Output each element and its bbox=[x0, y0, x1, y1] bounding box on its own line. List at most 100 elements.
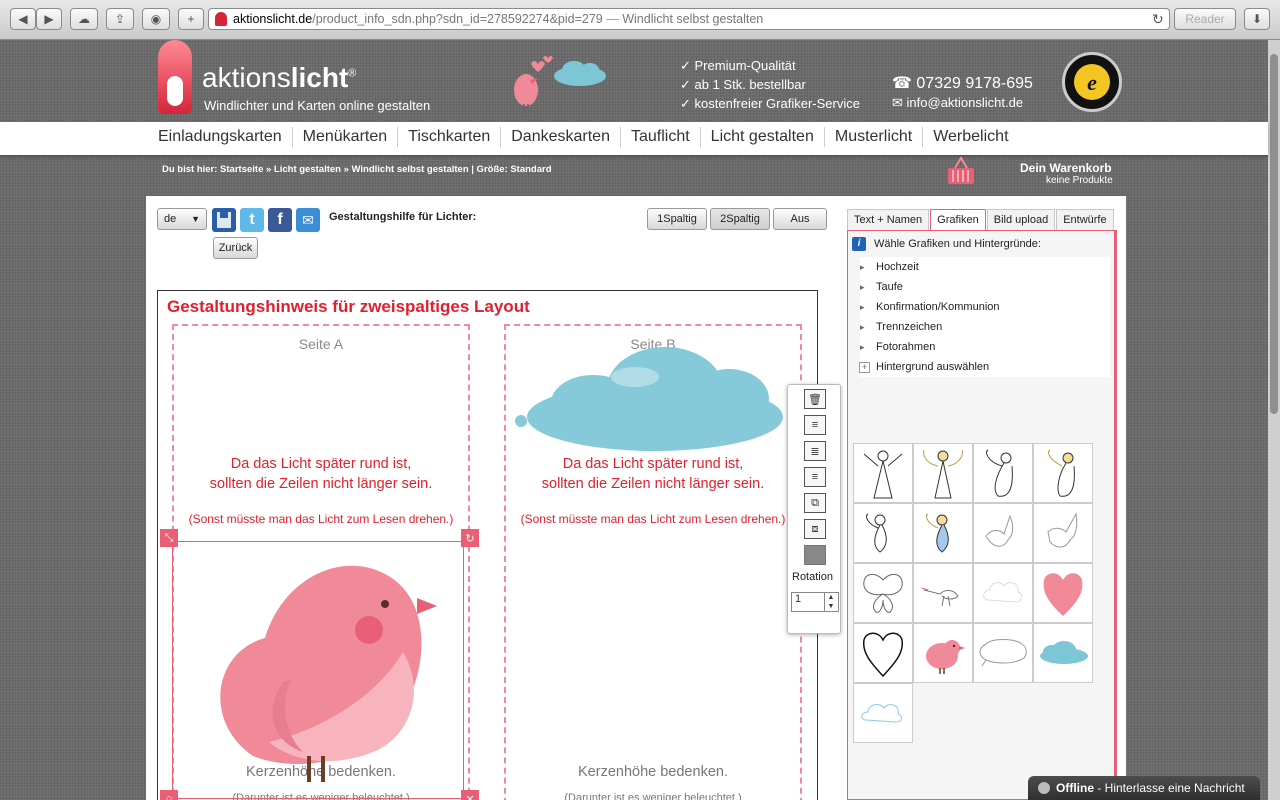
address-bar[interactable]: aktionslicht.de/product_info_sdn.php?sdn… bbox=[208, 8, 1170, 30]
cloud-icon[interactable]: ☁ bbox=[70, 8, 98, 30]
forward-arrow-icon[interactable]: ▶ bbox=[36, 8, 62, 30]
scrollbar-thumb[interactable] bbox=[1270, 54, 1278, 414]
bird-graphic[interactable] bbox=[173, 542, 465, 800]
graphic-heart-pink-icon[interactable] bbox=[1033, 563, 1093, 623]
nav-item-musterlicht[interactable]: Musterlicht bbox=[823, 127, 922, 147]
delete-trash-icon[interactable]: 🗑 bbox=[804, 389, 826, 409]
send-backward-icon[interactable]: ⧈ bbox=[804, 519, 826, 539]
color-swatch-icon[interactable] bbox=[804, 545, 826, 565]
back-arrow-icon[interactable]: ◀ bbox=[10, 8, 36, 30]
save-disk-icon[interactable] bbox=[212, 208, 236, 232]
shield-icon[interactable]: ◉ bbox=[142, 8, 170, 30]
graphic-bird-pink-icon[interactable] bbox=[913, 623, 973, 683]
tab-drafts[interactable]: Entwürfe bbox=[1056, 209, 1114, 230]
graphic-dove-1-icon[interactable] bbox=[973, 503, 1033, 563]
logo[interactable]: aktionslicht® bbox=[202, 62, 356, 94]
usp-min-order: ✓ ab 1 Stk. bestellbar bbox=[680, 77, 806, 92]
graphic-dove-2-icon[interactable] bbox=[1033, 503, 1093, 563]
graphic-butterfly-icon[interactable] bbox=[853, 563, 913, 623]
stepper-arrows-icon[interactable]: ▲ ▼ bbox=[824, 593, 837, 611]
shopping-basket-icon[interactable] bbox=[946, 156, 976, 188]
new-tab-button[interactable]: + bbox=[178, 8, 204, 30]
design-canvas[interactable]: Gestaltungshinweis für zweispaltiges Lay… bbox=[157, 290, 818, 800]
category-hochzeit[interactable]: Hochzeit bbox=[860, 257, 1110, 277]
round-hint-line2: sollten die Zeilen nicht länger sein. bbox=[209, 476, 433, 492]
site-favicon bbox=[215, 12, 227, 26]
reader-button[interactable]: Reader bbox=[1174, 8, 1236, 30]
nav-item-einladungskarten[interactable]: Einladungskarten bbox=[148, 127, 292, 147]
nav-item-licht-gestalten[interactable]: Licht gestalten bbox=[699, 127, 824, 147]
graphic-cloud-blue-icon[interactable] bbox=[1033, 623, 1093, 683]
align-right-icon[interactable]: ≡ bbox=[804, 467, 826, 487]
round-hint-note-b: (Sonst müsste man das Licht zum Lesen dr… bbox=[520, 512, 786, 526]
graphic-cloud-light-icon[interactable] bbox=[853, 683, 913, 743]
cloud-graphic[interactable] bbox=[515, 337, 795, 477]
graphic-angel-4-icon[interactable] bbox=[1033, 443, 1093, 503]
tab-text-names[interactable]: Text + Namen bbox=[847, 209, 930, 230]
main-nav: Einladungskarten Menükarten Tischkarten … bbox=[0, 122, 1268, 155]
category-hintergrund[interactable]: Hintergrund auswählen bbox=[859, 357, 1110, 377]
page-scrollbar[interactable] bbox=[1268, 40, 1280, 800]
language-select[interactable]: de ▼ bbox=[157, 208, 207, 230]
chevron-down-icon: ▼ bbox=[191, 214, 200, 224]
layout-2-column-button[interactable]: 2Spaltig bbox=[710, 208, 770, 230]
reload-icon[interactable]: ↻ bbox=[1152, 11, 1164, 28]
download-icon[interactable]: ⬇ bbox=[1244, 8, 1270, 30]
selected-graphic-frame[interactable]: ⤡ ↻ ○ ✕ bbox=[160, 529, 479, 800]
trusted-shops-badge-icon[interactable]: e bbox=[1062, 52, 1122, 112]
facebook-icon[interactable]: f bbox=[268, 208, 292, 232]
nav-item-tischkarten[interactable]: Tischkarten bbox=[397, 127, 500, 147]
usp-quality: ✓ Premium-Qualität bbox=[680, 58, 796, 73]
category-trennzeichen[interactable]: Trennzeichen bbox=[860, 317, 1110, 337]
twitter-icon[interactable]: t bbox=[240, 208, 264, 232]
cart-title[interactable]: Dein Warenkorb bbox=[1020, 161, 1112, 175]
page-a-label: Seite A bbox=[298, 336, 344, 352]
category-konfirmation[interactable]: Konfirmation/Kommunion bbox=[860, 297, 1110, 317]
breadcrumb[interactable]: Du bist hier: Startseite » Licht gestalt… bbox=[162, 164, 552, 175]
share-icon[interactable]: ⇪ bbox=[106, 8, 134, 30]
svg-text:e: e bbox=[1087, 70, 1097, 95]
graphic-angel-1-icon[interactable] bbox=[853, 443, 913, 503]
rotate-handle-icon[interactable]: ↻ bbox=[461, 529, 479, 547]
graphic-stork-icon[interactable] bbox=[913, 563, 973, 623]
graphic-angel-6-icon[interactable] bbox=[913, 503, 973, 563]
graphic-angel-3-icon[interactable] bbox=[973, 443, 1033, 503]
phone-icon: ☎ bbox=[892, 75, 912, 92]
nav-item-tauflicht[interactable]: Tauflicht bbox=[619, 127, 700, 147]
bring-forward-icon[interactable]: ⧉ bbox=[804, 493, 826, 513]
layout-hint-title: Gestaltungshinweis für zweispaltiges Lay… bbox=[167, 297, 530, 316]
mail-share-icon[interactable]: ✉ bbox=[296, 208, 320, 232]
nav-item-dankeskarten[interactable]: Dankeskarten bbox=[500, 127, 620, 147]
graphics-grid bbox=[853, 443, 1093, 743]
layout-1-column-button[interactable]: 1Spaltig bbox=[647, 208, 707, 230]
email-link[interactable]: ✉ info@aktionslicht.de bbox=[892, 95, 1023, 111]
info-icon: i bbox=[852, 237, 866, 251]
round-hint-line1: Da das Licht später rund ist, bbox=[230, 456, 412, 472]
url-path: /product_info_sdn.php?sdn_id=278592274&p… bbox=[312, 12, 603, 26]
category-fotorahmen[interactable]: Fotorahmen bbox=[860, 337, 1110, 357]
back-button[interactable]: Zurück bbox=[213, 237, 258, 259]
panel-tabs: Text + Namen Grafiken Bild upload Entwür… bbox=[847, 209, 1115, 230]
graphic-cloud-outline-icon[interactable] bbox=[973, 563, 1033, 623]
tab-image-upload[interactable]: Bild upload bbox=[986, 209, 1056, 230]
handle-bottom-right-icon[interactable]: ✕ bbox=[461, 790, 479, 800]
logo-flame-icon[interactable] bbox=[158, 40, 192, 114]
rotation-stepper[interactable]: 1 ▲ ▼ bbox=[791, 592, 839, 612]
category-taufe[interactable]: Taufe bbox=[860, 277, 1110, 297]
lighting-hint-b: (Darunter ist es weniger beleuchtet.) bbox=[564, 792, 742, 800]
nav-item-menuekarten[interactable]: Menükarten bbox=[291, 127, 398, 147]
graphic-heart-outline-icon[interactable] bbox=[853, 623, 913, 683]
nav-item-werbelicht[interactable]: Werbelicht bbox=[922, 127, 1018, 147]
graphic-speech-bubble-icon[interactable] bbox=[973, 623, 1033, 683]
design-help-label: Gestaltungshilfe für Lichter: bbox=[329, 211, 477, 223]
graphic-angel-5-icon[interactable] bbox=[853, 503, 913, 563]
handle-bottom-left-icon[interactable]: ○ bbox=[160, 790, 178, 800]
align-left-icon[interactable]: ≡ bbox=[804, 415, 826, 435]
chat-status-icon bbox=[1038, 782, 1050, 794]
graphic-angel-2-icon[interactable] bbox=[913, 443, 973, 503]
align-center-icon[interactable]: ≣ bbox=[804, 441, 826, 461]
live-chat-bar[interactable]: Offline - Hinterlasse eine Nachricht bbox=[1028, 776, 1260, 800]
layout-off-button[interactable]: Aus bbox=[773, 208, 827, 230]
tab-graphics[interactable]: Grafiken bbox=[930, 209, 986, 230]
resize-handle-icon[interactable]: ⤡ bbox=[160, 529, 178, 547]
